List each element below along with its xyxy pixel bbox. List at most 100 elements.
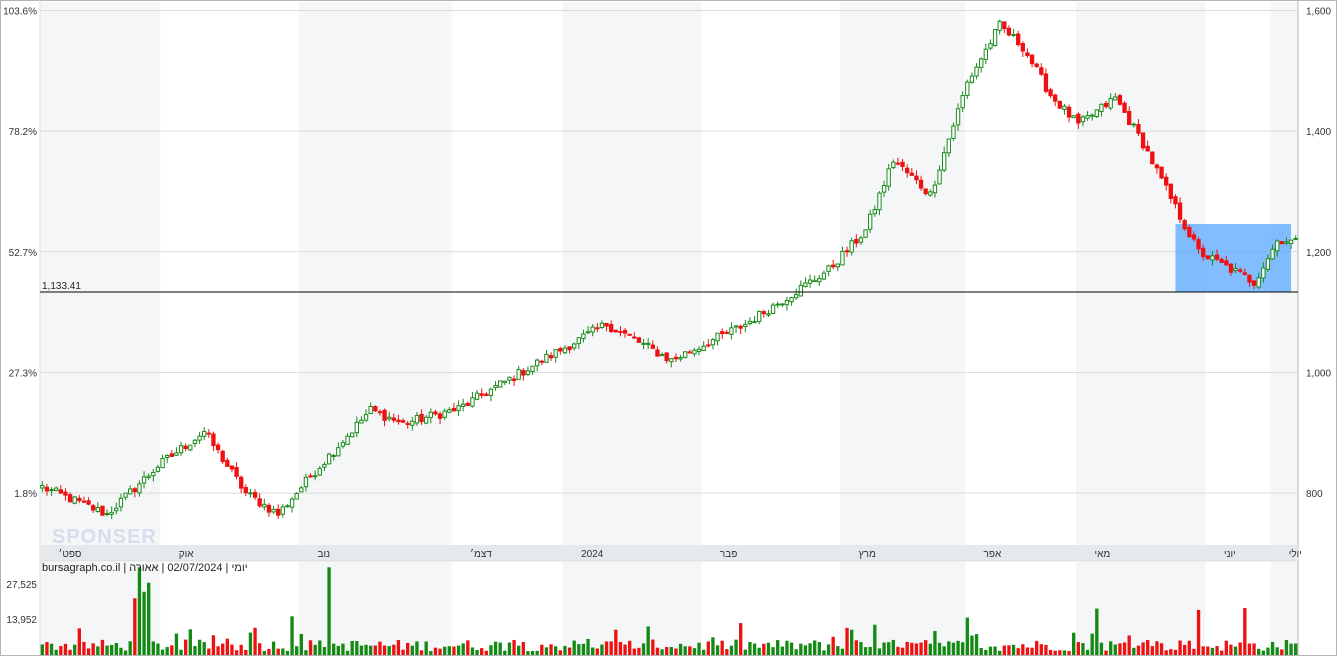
candle-up (581, 333, 586, 340)
volume-bar (618, 641, 623, 655)
volume-bar (1270, 641, 1275, 655)
candle-up (354, 421, 359, 434)
candle-up (428, 411, 433, 418)
candle-down (905, 167, 910, 174)
volume-bar (68, 649, 72, 655)
month-band-volume (40, 562, 161, 655)
volume-bar (762, 643, 766, 655)
volume-bar (1257, 648, 1261, 655)
candle-up (821, 272, 827, 280)
candle-up (1293, 237, 1298, 240)
volume-bar (369, 645, 373, 655)
candle-down (1117, 95, 1123, 105)
volume-bar (359, 645, 364, 655)
candle-up (502, 380, 507, 384)
candlestick-chart[interactable]: 1,600 103.6% 1,400 78.2% 1,200 52.7% 1,000 27.3… (0, 0, 1337, 656)
volume-bar (776, 640, 780, 655)
volume-bar (808, 643, 812, 655)
volume-bar (188, 629, 192, 655)
candle-down (1029, 54, 1035, 65)
volume-bar (276, 648, 280, 655)
candle-up (340, 442, 346, 447)
volume-bar (1062, 650, 1067, 655)
candle-up (516, 369, 521, 380)
candle-up (1256, 277, 1261, 288)
volume-bar (1099, 642, 1104, 655)
candle-down (211, 433, 216, 447)
volume-bar (984, 649, 988, 655)
volume-bar (77, 628, 81, 655)
volume-bar (1206, 646, 1210, 655)
candle-down (1154, 164, 1160, 169)
volume-bar (535, 650, 539, 655)
candle-down (243, 487, 248, 494)
volume-bar (493, 641, 498, 655)
candle-up (1085, 115, 1090, 119)
candle-up (461, 403, 466, 407)
volume-bar (896, 646, 900, 655)
candle-down (63, 491, 68, 496)
volume-bar (1164, 650, 1168, 655)
volume-bar (438, 648, 442, 655)
candle-up (849, 240, 854, 253)
volume-bar (364, 644, 368, 655)
candle-down (1177, 202, 1183, 220)
candle-up (641, 342, 646, 345)
candle-up (752, 321, 757, 324)
candle-down (1182, 220, 1187, 230)
candle-up (835, 263, 840, 268)
volume-bar (845, 627, 849, 655)
volume-bar (813, 640, 817, 655)
candle-up (701, 345, 706, 352)
candle-down (81, 500, 87, 503)
month-label: פבר (720, 549, 737, 560)
volume-bar (965, 617, 969, 655)
candle-down (1002, 21, 1007, 30)
volume-bar (600, 644, 604, 655)
month-label: נוב (318, 549, 331, 560)
month-band-volume (1270, 562, 1298, 655)
volume-bar (174, 633, 179, 655)
volume-bar (919, 642, 923, 655)
candle-up (1131, 123, 1136, 126)
volume-bar (1113, 644, 1117, 655)
volume-bar (632, 648, 636, 655)
candle-up (585, 331, 591, 334)
candle-down (132, 488, 137, 493)
volume-bar (1072, 632, 1076, 655)
candle-down (1238, 269, 1243, 272)
candle-down (914, 175, 919, 181)
volume-bar (341, 643, 345, 655)
reference-line-label: 1,133.41 (42, 281, 81, 292)
volume-bar (771, 647, 775, 655)
candle-up (599, 322, 605, 329)
volume-bar (595, 648, 599, 655)
volume-bar (1201, 646, 1205, 655)
percent-tick-label: 1.8% (14, 489, 37, 500)
volume-bar (239, 644, 243, 655)
candle-down (831, 264, 836, 268)
candle-down (1140, 132, 1146, 149)
volume-bar (119, 647, 123, 655)
candle-down (724, 331, 729, 334)
volume-bar (1252, 643, 1256, 655)
candle-up (780, 303, 785, 306)
candle-down (1043, 73, 1049, 92)
candle-up (280, 506, 285, 515)
candle-down (1214, 254, 1220, 260)
volume-bar (1280, 649, 1284, 655)
candle-down (539, 360, 544, 363)
volume-bar (281, 648, 285, 655)
candle-up (1210, 255, 1215, 261)
percent-tick-label: 52.7% (9, 248, 37, 259)
volume-bar (544, 647, 549, 655)
candle-down (1127, 111, 1132, 126)
volume-bar (831, 636, 835, 655)
volume-bar (1233, 646, 1238, 655)
volume-bar (59, 646, 63, 655)
candle-down (1191, 234, 1197, 240)
volume-bar (91, 643, 95, 655)
candle-up (932, 184, 938, 194)
volume-bar (549, 644, 553, 655)
volume-bar (683, 646, 687, 655)
